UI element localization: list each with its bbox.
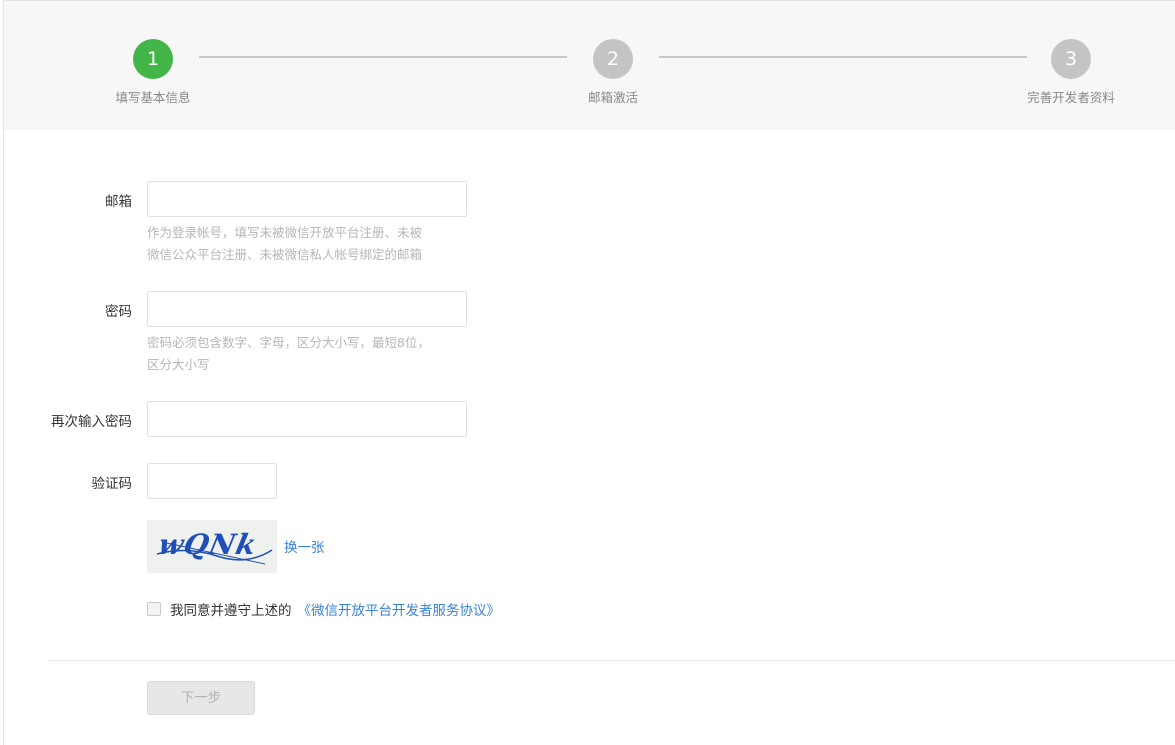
email-hint: 作为登录帐号，填写未被微信开放平台注册、未被 微信公众平台注册、未被微信私人帐号…: [147, 222, 467, 266]
agreement-text: 我同意并遵守上述的: [170, 603, 292, 619]
step-3-label: 完善开发者资料: [1027, 90, 1115, 105]
password-field[interactable]: [147, 291, 467, 327]
refresh-captcha-link[interactable]: 换一张: [284, 536, 325, 556]
step-progress-bar: 1 填写基本信息 2 邮箱激活 3 完善开发者资料: [4, 1, 1175, 130]
captcha-label: 验证码: [91, 476, 133, 492]
confirm-password-label: 再次输入密码: [51, 414, 132, 430]
step-1-label: 填写基本信息: [115, 90, 191, 105]
password-hint: 密码必须包含数字、字母，区分大小写，最短8位， 区分大小写: [147, 332, 467, 376]
confirm-password-field[interactable]: [147, 401, 467, 437]
email-hint-line-1: 作为登录帐号，填写未被微信开放平台注册、未被: [147, 225, 423, 240]
agreement-checkbox[interactable]: [147, 602, 161, 616]
agreement-link[interactable]: 《微信开放平台开发者服务协议》: [298, 599, 501, 619]
password-hint-line-2: 区分大小写: [147, 357, 210, 372]
email-label: 邮箱: [105, 194, 132, 210]
step-3-indicator: 3: [1051, 39, 1091, 79]
captcha-image[interactable]: wQNk: [147, 520, 277, 573]
email-hint-line-2: 微信公众平台注册、未被微信私人帐号绑定的邮箱: [147, 247, 423, 262]
captcha-field[interactable]: [147, 463, 277, 499]
next-step-button[interactable]: 下一步: [147, 681, 255, 715]
step-1-indicator: 1: [133, 39, 173, 79]
password-hint-line-1: 密码必须包含数字、字母，区分大小写，最短8位，: [147, 335, 430, 350]
agreement-row: 我同意并遵守上述的 《微信开放平台开发者服务协议》: [147, 599, 500, 619]
step-2-indicator: 2: [593, 39, 633, 79]
step-2-label: 邮箱激活: [587, 90, 638, 105]
password-label: 密码: [105, 304, 132, 320]
form-divider: [48, 660, 1175, 661]
step-connector-1-2: [199, 56, 567, 58]
captcha-image-text: wQNk: [155, 528, 261, 561]
email-field[interactable]: [147, 181, 467, 217]
step-connector-2-3: [659, 56, 1027, 58]
